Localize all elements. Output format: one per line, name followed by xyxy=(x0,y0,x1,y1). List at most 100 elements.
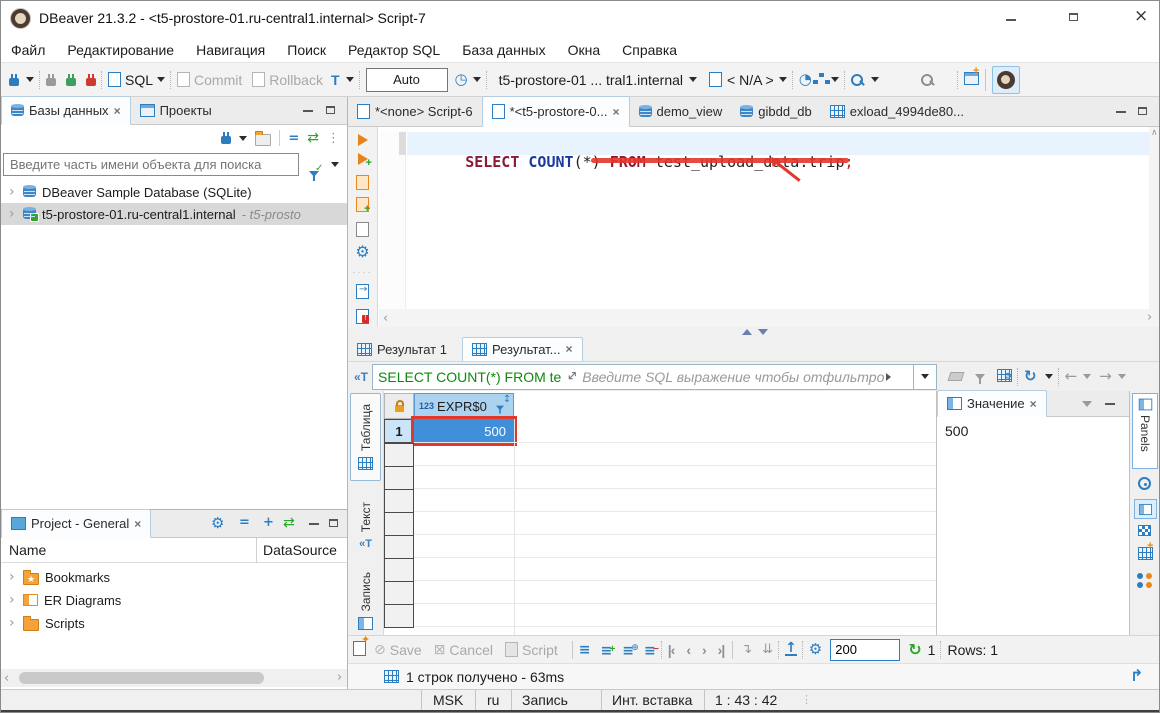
project-minimize-icon[interactable] xyxy=(309,523,319,525)
db-new-connection-dropdown-icon[interactable] xyxy=(239,136,247,141)
first-row-icon[interactable]: |‹ xyxy=(668,642,675,658)
sash-up-icon[interactable] xyxy=(742,329,752,335)
value-panel-minimize-icon[interactable] xyxy=(1105,403,1115,405)
link-with-editor-icon[interactable]: ⇄ xyxy=(307,131,319,145)
project-maximize-icon[interactable] xyxy=(329,519,338,527)
db-panel-minimize-icon[interactable] xyxy=(303,110,313,112)
execute-script-new-icon[interactable]: + xyxy=(356,197,369,215)
column-filter-sort-icon[interactable]: ↕ xyxy=(495,399,505,414)
add-row-icon[interactable]: ≡+ xyxy=(601,642,613,658)
filter-type-icon[interactable]: «T xyxy=(354,370,368,384)
expander-icon[interactable]: › xyxy=(9,616,17,630)
expander-icon[interactable]: › xyxy=(9,185,17,199)
hscroll-thumb[interactable] xyxy=(19,672,264,684)
new-folder-icon[interactable] xyxy=(255,134,271,146)
prev-row-icon[interactable]: ‹ xyxy=(686,642,690,658)
expander-icon[interactable]: › xyxy=(9,570,17,584)
aggregate-panel-icon[interactable] xyxy=(1137,573,1155,589)
connection-selector-dropdown-icon[interactable] xyxy=(689,77,697,82)
nav-forward-dropdown-icon[interactable] xyxy=(1118,374,1126,379)
fetch-all-rows-icon[interactable]: ⇊ xyxy=(762,643,773,656)
scroll-left-icon[interactable]: ‹ xyxy=(4,672,9,685)
filter-overflow-icon[interactable] xyxy=(886,373,891,381)
value-panel-menu-icon[interactable] xyxy=(1082,401,1092,407)
sql-button[interactable]: SQL xyxy=(125,72,153,88)
sql-dropdown-icon[interactable] xyxy=(157,77,165,82)
references-panel-icon[interactable]: + xyxy=(1138,547,1153,563)
fetch-next-page-icon[interactable]: ↴ xyxy=(741,643,752,656)
tab-project-general[interactable]: Project - General × xyxy=(1,509,151,538)
expand-filter-icon[interactable]: ↕ xyxy=(563,368,580,385)
panels-toggle-button[interactable]: Panels xyxy=(1132,393,1158,469)
transaction-log-dropdown-icon[interactable] xyxy=(473,77,481,82)
refresh-dropdown-icon[interactable] xyxy=(1045,374,1053,379)
quick-search-icon[interactable] xyxy=(921,74,933,86)
view-menu-icon[interactable]: ⋮ xyxy=(327,132,341,145)
project-hscrollbar[interactable]: ‹ › xyxy=(1,669,347,687)
expander-icon[interactable]: › xyxy=(9,593,17,607)
remove-filter-icon[interactable] xyxy=(975,374,985,380)
tab-databases-close-icon[interactable]: × xyxy=(114,104,121,118)
new-connection-dropdown-icon[interactable] xyxy=(26,77,34,82)
refresh-results-icon[interactable]: ↻ xyxy=(1024,369,1037,384)
project-item-scripts[interactable]: › Scripts xyxy=(1,612,347,634)
commit-button[interactable]: Commit xyxy=(194,72,242,88)
window-minimize-button[interactable] xyxy=(1006,19,1016,21)
script-warning-icon[interactable]: ! xyxy=(356,309,369,327)
connect-icon[interactable] xyxy=(46,78,56,86)
editor-maximize-icon[interactable] xyxy=(1138,107,1147,115)
menu-file[interactable]: Файл xyxy=(11,42,45,58)
filter-input[interactable]: SELECT COUNT(*) FROM te ↕ Введите SQL вы… xyxy=(372,364,914,390)
network-dropdown-icon[interactable] xyxy=(831,77,839,82)
transaction-mode-icon[interactable]: T xyxy=(331,72,340,88)
menu-search[interactable]: Поиск xyxy=(287,42,326,58)
sash-down-icon[interactable] xyxy=(758,329,768,335)
window-close-button[interactable]: × xyxy=(1134,8,1148,25)
grouping-panel-icon[interactable] xyxy=(1138,477,1151,490)
project-expand-icon[interactable]: + xyxy=(263,516,274,529)
project-item-bookmarks[interactable]: › ★ Bookmarks xyxy=(1,566,347,588)
export-from-query-icon[interactable]: → xyxy=(356,284,369,302)
execute-new-tab-icon[interactable]: + xyxy=(358,153,368,168)
tab-close-icon[interactable]: × xyxy=(612,105,619,119)
side-tab-text[interactable]: Текст «T xyxy=(350,489,381,563)
schema-selector-dropdown-icon[interactable] xyxy=(779,77,787,82)
sql-editor-area[interactable]: SELECT COUNT(*) FROM test_upload_data.tr… xyxy=(379,127,1149,309)
reconnect-icon[interactable] xyxy=(66,78,76,86)
editor-hscrollbar[interactable]: ‹ › xyxy=(379,309,1160,327)
project-item-er-diagrams[interactable]: › ER Diagrams xyxy=(1,589,347,611)
autocommit-combo[interactable]: Auto xyxy=(366,68,448,92)
metadata-panel-icon[interactable] xyxy=(1138,525,1151,536)
editor-results-sash[interactable] xyxy=(348,327,1160,337)
disconnect-icon[interactable] xyxy=(86,78,96,86)
editor-settings-gear-icon[interactable]: ⚙ xyxy=(355,244,369,260)
column-header-name[interactable]: Name xyxy=(1,542,46,558)
collapse-all-icon[interactable]: = xyxy=(288,132,299,145)
export-log-icon[interactable]: ↱ xyxy=(1130,668,1143,684)
editor-minimize-icon[interactable] xyxy=(1116,111,1126,113)
project-link-editor-icon[interactable]: ⇄ xyxy=(283,516,295,530)
dbeaver-community-icon[interactable] xyxy=(992,66,1020,94)
cancel-button[interactable]: Cancel xyxy=(449,642,493,658)
nav-back-dropdown-icon[interactable] xyxy=(1083,374,1091,379)
filter-history-dropdown[interactable] xyxy=(914,364,937,390)
expander-icon[interactable]: › xyxy=(9,207,17,221)
grid-settings-gear-icon[interactable]: ⚙ xyxy=(809,642,822,657)
filter-dropdown-icon[interactable] xyxy=(331,162,339,167)
tab-projects[interactable]: Проекты xyxy=(131,97,221,124)
connection-selector[interactable]: t5-prostore-01 ... tral1.internal xyxy=(499,72,683,88)
new-connection-icon[interactable] xyxy=(9,78,19,86)
next-row-icon[interactable]: › xyxy=(702,642,706,658)
nav-forward-icon[interactable]: → xyxy=(1099,369,1112,384)
nav-back-icon[interactable]: ← xyxy=(1065,369,1078,384)
scroll-right-icon[interactable]: › xyxy=(1147,311,1152,324)
tab-gibdd-db[interactable]: gibdd_db xyxy=(731,97,821,126)
delete-row-icon[interactable]: ≡− xyxy=(644,642,656,658)
execute-statement-icon[interactable] xyxy=(358,134,368,146)
tree-item-t5-prostore[interactable]: › t5-prostore-01.ru-central1.internal - … xyxy=(1,203,347,225)
tab-exload[interactable]: exload_4994de80... xyxy=(821,97,973,126)
scroll-left-icon[interactable]: ‹ xyxy=(383,312,388,325)
execute-script-icon[interactable] xyxy=(356,175,369,190)
explain-plan-icon[interactable] xyxy=(356,222,369,237)
clear-filter-icon[interactable] xyxy=(948,372,965,381)
